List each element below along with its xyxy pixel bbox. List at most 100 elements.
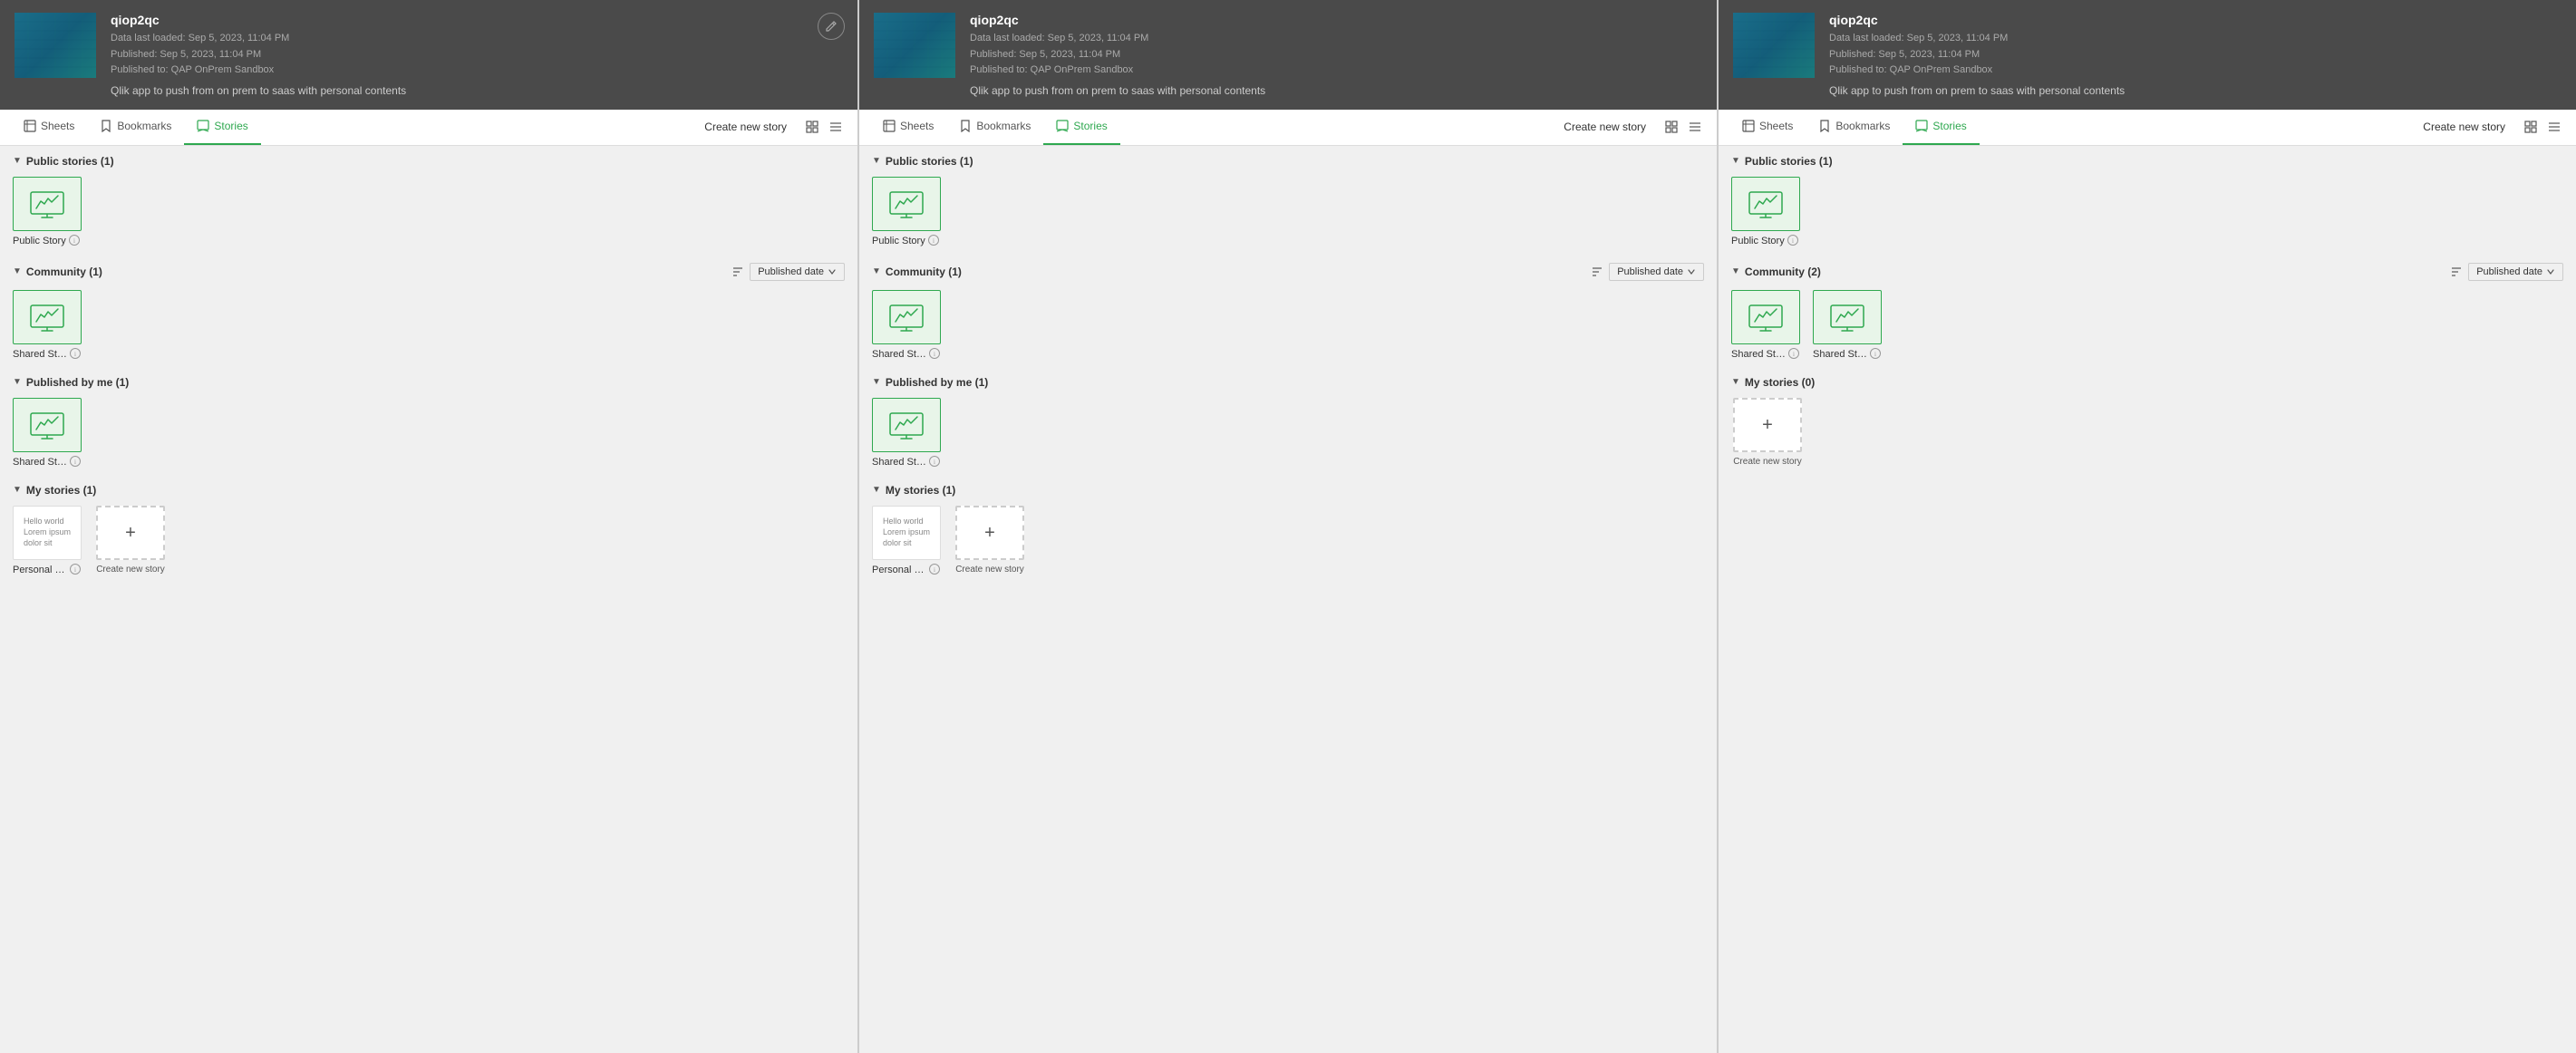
section-header[interactable]: ▼Public stories (1) — [1731, 155, 2563, 168]
section-header[interactable]: ▼Community (1)Published date — [13, 263, 845, 281]
tab-stories[interactable]: Stories — [184, 110, 260, 145]
story-card-label: Public Story i — [1731, 235, 1804, 248]
info-icon[interactable]: i — [929, 564, 940, 577]
story-thumbnail[interactable] — [13, 177, 82, 231]
story-card[interactable]: Hello worldLorem ipsumdolor sit Personal… — [872, 506, 944, 577]
section-header[interactable]: ▼Public stories (1) — [13, 155, 845, 168]
section-header[interactable]: ▼Published by me (1) — [13, 376, 845, 389]
info-icon[interactable]: i — [929, 456, 940, 469]
story-thumbnail[interactable] — [872, 398, 941, 452]
tab-bookmarks[interactable]: Bookmarks — [87, 110, 184, 145]
grid-view-toggle[interactable] — [2520, 116, 2542, 138]
info-icon[interactable]: i — [1788, 348, 1799, 362]
story-card[interactable]: Public Story i — [872, 177, 944, 248]
sort-dropdown[interactable]: Published date — [2468, 263, 2563, 281]
tab-stories[interactable]: Stories — [1043, 110, 1119, 145]
create-card-box[interactable]: + — [96, 506, 165, 560]
section-header[interactable]: ▼My stories (1) — [13, 484, 845, 497]
cards-grid: + Create new story — [1731, 398, 2563, 468]
story-card[interactable]: Shared Story (rvr) i — [13, 398, 85, 469]
sort-dropdown[interactable]: Published date — [1609, 263, 1704, 281]
section-header[interactable]: ▼Community (1) Published date — [872, 263, 1704, 281]
section-my-stories: ▼My stories (1) Hello worldLorem ipsumdo… — [872, 484, 1704, 577]
story-card-label: Personal Story (rvr) i — [13, 564, 85, 577]
info-icon[interactable]: i — [929, 348, 940, 362]
story-card[interactable]: Shared Story (bob) i — [1813, 290, 1885, 362]
info-icon[interactable]: i — [1787, 235, 1798, 248]
story-thumbnail[interactable] — [13, 290, 82, 344]
section-header[interactable]: ▼My stories (0) — [1731, 376, 2563, 389]
create-card-box[interactable]: + — [1733, 398, 1802, 452]
personal-story-thumbnail[interactable]: Hello worldLorem ipsumdolor sit — [872, 506, 941, 560]
svg-text:i: i — [74, 566, 76, 574]
section-header[interactable]: ▼My stories (1) — [872, 484, 1704, 497]
app-thumbnail — [874, 13, 955, 78]
tab-sheets[interactable]: Sheets — [1729, 110, 1806, 145]
create-card-label: Create new story — [1733, 456, 1802, 468]
create-card-box[interactable]: + — [955, 506, 1024, 560]
app-header: qiop2qc Data last loaded: Sep 5, 2023, 1… — [0, 0, 857, 110]
list-view-toggle[interactable] — [825, 116, 847, 138]
story-card[interactable]: Shared Story (rvr) i — [872, 290, 944, 362]
cards-grid: Shared Story (bob) i — [13, 290, 845, 362]
section-title: ▼Public stories (1) — [1731, 155, 1833, 168]
story-thumbnail[interactable] — [13, 398, 82, 452]
create-story-header-button[interactable]: Create new story — [697, 121, 794, 133]
create-story-header-button[interactable]: Create new story — [1556, 121, 1653, 133]
sort-icon-button[interactable] — [731, 266, 744, 278]
section-public-stories: ▼Public stories (1) Public Story i — [1731, 155, 2563, 248]
tab-bookmarks[interactable]: Bookmarks — [1806, 110, 1903, 145]
sort-icon-button[interactable] — [1591, 266, 1603, 278]
story-thumbnail[interactable] — [1731, 177, 1800, 231]
list-view-toggle[interactable] — [2543, 116, 2565, 138]
svg-text:i: i — [934, 351, 935, 358]
sort-dropdown[interactable]: Published date — [750, 263, 845, 281]
app-meta: Data last loaded: Sep 5, 2023, 11:04 PM … — [111, 31, 843, 79]
published-to: Published to: QAP OnPrem Sandbox — [1829, 63, 2561, 79]
create-new-story-card[interactable]: + Create new story — [94, 506, 167, 577]
info-icon[interactable]: i — [70, 456, 81, 469]
story-card[interactable]: Shared Story (rvr) i — [1731, 290, 1804, 362]
story-thumbnail[interactable] — [872, 290, 941, 344]
info-icon[interactable]: i — [70, 564, 81, 577]
tab-sheets[interactable]: Sheets — [870, 110, 946, 145]
tab-bookmarks[interactable]: Bookmarks — [946, 110, 1043, 145]
story-card[interactable]: Public Story i — [1731, 177, 1804, 248]
story-thumbnail[interactable] — [872, 177, 941, 231]
tab-stories[interactable]: Stories — [1903, 110, 1979, 145]
stories-content: ▼Public stories (1) Public Story i ▼Comm… — [1719, 146, 2576, 1053]
personal-story-thumbnail[interactable]: Hello worldLorem ipsumdolor sit — [13, 506, 82, 560]
cards-grid: Shared Story (rvr) i — [13, 398, 845, 469]
grid-view-toggle[interactable] — [801, 116, 823, 138]
list-view-toggle[interactable] — [1684, 116, 1706, 138]
story-thumbnail[interactable] — [1813, 290, 1882, 344]
sort-icon-button[interactable] — [2450, 266, 2463, 278]
plus-icon: + — [125, 524, 136, 542]
section-community: ▼Community (2)Published date Shared Stor… — [1731, 263, 2563, 362]
story-card[interactable]: Hello worldLorem ipsumdolor sit Personal… — [13, 506, 85, 577]
story-card[interactable]: Shared Story (bob) i — [13, 290, 85, 362]
edit-button[interactable] — [818, 13, 845, 40]
section-title: ▼Community (1) — [872, 266, 962, 278]
section-header[interactable]: ▼Public stories (1) — [872, 155, 1704, 168]
info-icon[interactable]: i — [69, 235, 80, 248]
create-new-story-card[interactable]: + Create new story — [1731, 398, 1804, 468]
info-icon[interactable]: i — [70, 348, 81, 362]
info-icon[interactable]: i — [1870, 348, 1881, 362]
svg-text:i: i — [1793, 351, 1795, 358]
grid-view-toggle[interactable] — [1661, 116, 1682, 138]
chevron-down-icon: ▼ — [872, 156, 881, 166]
panel-3: qiop2qc Data last loaded: Sep 5, 2023, 1… — [1719, 0, 2576, 1053]
chevron-down-icon: ▼ — [1731, 156, 1740, 166]
section-my-stories: ▼My stories (1) Hello worldLorem ipsumdo… — [13, 484, 845, 577]
section-header[interactable]: ▼Published by me (1) — [872, 376, 1704, 389]
story-card[interactable]: Public Story i — [13, 177, 85, 248]
tab-sheets[interactable]: Sheets — [11, 110, 87, 145]
story-thumbnail[interactable] — [1731, 290, 1800, 344]
create-new-story-card[interactable]: + Create new story — [954, 506, 1026, 577]
section-header[interactable]: ▼Community (2)Published date — [1731, 263, 2563, 281]
create-story-header-button[interactable]: Create new story — [2416, 121, 2513, 133]
svg-text:i: i — [934, 566, 935, 574]
info-icon[interactable]: i — [928, 235, 939, 248]
story-card[interactable]: Shared Story (bob) i — [872, 398, 944, 469]
